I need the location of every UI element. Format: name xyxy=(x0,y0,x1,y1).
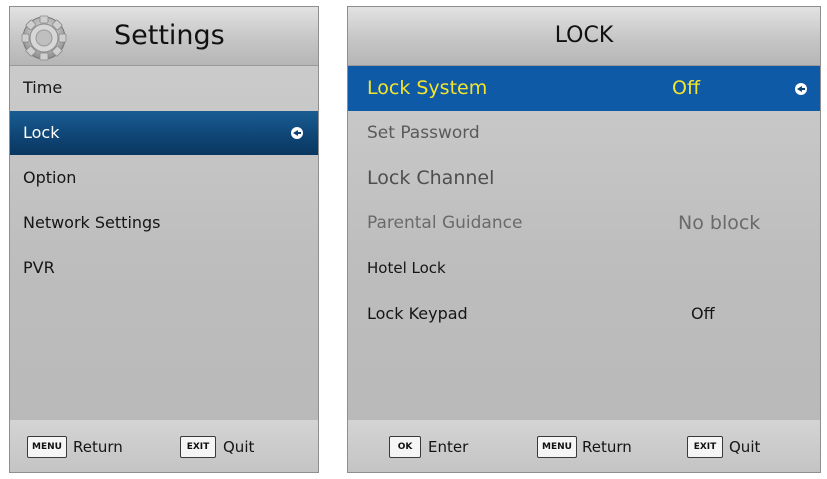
settings-menu-panel: Settings Time Lock Option Network Settin… xyxy=(9,6,319,473)
hotel-lock-label: Hotel Lock xyxy=(367,259,446,277)
select-arrow-icon xyxy=(291,127,303,139)
menu-item-label: PVR xyxy=(23,258,55,277)
menu-item-label: Network Settings xyxy=(23,213,161,232)
ok-key[interactable]: OK xyxy=(389,436,421,458)
lock-system-label: Lock System xyxy=(367,77,488,99)
lock-header: LOCK xyxy=(348,7,820,66)
lock-channel-row[interactable]: Lock Channel xyxy=(348,156,820,201)
lock-menu-panel: LOCK Lock System Off Set Password Lock C… xyxy=(347,6,821,473)
gear-icon xyxy=(21,15,67,61)
set-password-label: Set Password xyxy=(367,123,480,143)
quit-label: Quit xyxy=(223,438,255,456)
menu-key[interactable]: MENU xyxy=(27,436,67,458)
hotel-lock-row[interactable]: Hotel Lock xyxy=(348,246,820,291)
lock-title: LOCK xyxy=(554,23,614,48)
select-arrow-icon xyxy=(795,83,807,95)
set-password-row[interactable]: Set Password xyxy=(348,111,820,156)
menu-item-pvr[interactable]: PVR xyxy=(10,246,318,290)
parental-guidance-label: Parental Guidance xyxy=(367,213,523,233)
settings-title: Settings xyxy=(114,20,225,51)
enter-label: Enter xyxy=(428,438,469,456)
lock-system-value: Off xyxy=(672,77,701,99)
lock-keypad-label: Lock Keypad xyxy=(367,304,468,323)
settings-footer: MENU Return EXIT Quit xyxy=(10,420,318,472)
return-label: Return xyxy=(73,438,123,456)
lock-channel-label: Lock Channel xyxy=(367,167,495,189)
quit-label: Quit xyxy=(729,438,761,456)
settings-header: Settings xyxy=(10,7,318,66)
parental-guidance-row[interactable]: Parental Guidance No block xyxy=(348,201,820,246)
exit-key[interactable]: EXIT xyxy=(180,436,216,458)
menu-item-time[interactable]: Time xyxy=(10,66,318,110)
return-label: Return xyxy=(582,438,632,456)
parental-guidance-value: No block xyxy=(678,212,761,234)
menu-item-network-settings[interactable]: Network Settings xyxy=(10,201,318,245)
lock-footer: OK Enter MENU Return EXIT Quit xyxy=(348,420,820,472)
lock-keypad-row[interactable]: Lock Keypad Off xyxy=(348,291,820,336)
menu-item-label: Time xyxy=(23,78,63,97)
menu-item-label: Lock xyxy=(23,123,60,142)
menu-item-lock[interactable]: Lock xyxy=(10,111,318,155)
menu-item-option[interactable]: Option xyxy=(10,156,318,200)
lock-system-row[interactable]: Lock System Off xyxy=(348,66,820,111)
exit-key[interactable]: EXIT xyxy=(687,436,723,458)
menu-key[interactable]: MENU xyxy=(537,436,577,458)
lock-keypad-value: Off xyxy=(691,304,715,323)
menu-item-label: Option xyxy=(23,168,77,187)
